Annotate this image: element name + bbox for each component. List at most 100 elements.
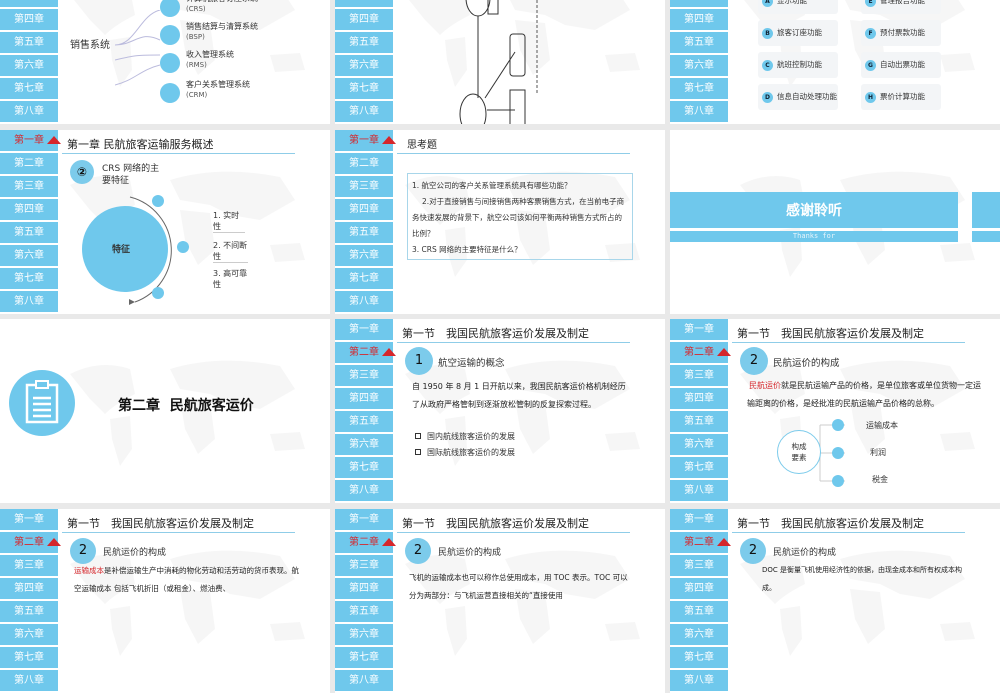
- sidebar-item-chapter-8[interactable]: 第八章: [335, 670, 393, 691]
- sidebar-item-chapter-5[interactable]: 第五章: [0, 601, 58, 622]
- slide-toc[interactable]: 第一章 第二章 第三章 第四章 第五章 第六章 第七章 第八章 第一节 我国民航旅客运价发展及…: [335, 509, 665, 693]
- sidebar-item-chapter-7[interactable]: 第七章: [670, 78, 728, 99]
- sidebar-item-chapter-8[interactable]: 第八章: [670, 101, 728, 122]
- thanks-subtitle: Thanks for: [792, 232, 836, 240]
- element-label: 运输成本: [866, 421, 898, 430]
- sidebar-item-chapter-6[interactable]: 第六章: [0, 624, 58, 645]
- sidebar-item-chapter-6[interactable]: 第六章: [670, 624, 728, 645]
- sidebar-item-chapter-6[interactable]: 第六章: [335, 624, 393, 645]
- sidebar-item-chapter-4[interactable]: 第四章: [0, 9, 58, 30]
- function-item: H 票价计算功能: [861, 84, 941, 110]
- sidebar-item-chapter-3[interactable]: 第三章: [0, 0, 58, 7]
- active-chapter-marker: [47, 136, 61, 144]
- sidebar-item-chapter-4[interactable]: 第四章: [335, 578, 393, 599]
- sidebar-item-chapter-4[interactable]: 第四章: [670, 388, 728, 409]
- sidebar-item-chapter-1[interactable]: 第一章: [335, 319, 393, 340]
- slide-chapter2-cover[interactable]: 第二章 民航旅客运价: [0, 319, 330, 503]
- sidebar-item-chapter-5[interactable]: 第五章: [670, 411, 728, 432]
- sidebar-item-chapter-3[interactable]: 第三章: [0, 176, 58, 197]
- system-name: 收入管理系统: [186, 50, 234, 59]
- sidebar-item-chapter-8[interactable]: 第八章: [0, 101, 58, 122]
- sidebar-item-chapter-3[interactable]: 第三章: [0, 555, 58, 576]
- sidebar-item-chapter-5[interactable]: 第五章: [670, 32, 728, 53]
- sidebar-item-chapter-4[interactable]: 第四章: [0, 199, 58, 220]
- sidebar-item-chapter-3[interactable]: 第三章: [335, 555, 393, 576]
- slide-title: 第一节 我国民航旅客运价发展及制定: [737, 327, 924, 340]
- slide-doc[interactable]: 第一章 第二章 第三章 第四章 第五章 第六章 第七章 第八章 第一节 我国民航旅客运价发展及…: [670, 509, 1000, 693]
- sidebar-item-chapter-5[interactable]: 第五章: [670, 601, 728, 622]
- system-item: 计算机旅客订座系统 (CRS): [186, 0, 258, 15]
- active-chapter-marker: [382, 136, 396, 144]
- sidebar-item-chapter-4[interactable]: 第四章: [0, 578, 58, 599]
- star-icon: [160, 25, 180, 45]
- sidebar-item-chapter-7[interactable]: 第七章: [335, 647, 393, 668]
- function-item: G 自动出票功能: [861, 52, 941, 78]
- sidebar-item-chapter-7[interactable]: 第七章: [335, 457, 393, 478]
- sidebar-item-chapter-4[interactable]: 第四章: [335, 199, 393, 220]
- sidebar-item-chapter-4[interactable]: 第四章: [670, 9, 728, 30]
- sidebar-item-chapter-6[interactable]: 第六章: [0, 55, 58, 76]
- slide-sales-systems[interactable]: 第一章第二章第三章第四章第五章第六章第七章第八章 销售系统 计算机旅客订座系统 …: [0, 0, 330, 124]
- sidebar-item-chapter-8[interactable]: 第八章: [0, 291, 58, 312]
- sidebar-item-chapter-4[interactable]: 第四章: [335, 388, 393, 409]
- sidebar-item-chapter-6[interactable]: 第六章: [670, 434, 728, 455]
- slide-air-transport-concept[interactable]: 第一章 第二章 第三章 第四章 第五章 第六章 第七章 第八章 第一节 我国民航旅客运价发展及…: [335, 319, 665, 503]
- system-code: (CRS): [186, 5, 206, 13]
- sidebar-item-chapter-7[interactable]: 第七章: [0, 78, 58, 99]
- slide-crs-functions[interactable]: 第一章第二章第三章第四章第五章第六章第七章第八章 A显示功能E管理报告功能B旅客…: [670, 0, 1000, 124]
- sidebar-item-chapter-3[interactable]: 第三章: [670, 555, 728, 576]
- sidebar-item-chapter-7[interactable]: 第七章: [335, 268, 393, 289]
- sidebar-item-chapter-1[interactable]: 第一章: [670, 509, 728, 530]
- sidebar-item-chapter-7[interactable]: 第七章: [670, 647, 728, 668]
- sidebar-item-chapter-4[interactable]: 第四章: [670, 578, 728, 599]
- sidebar-item-chapter-1[interactable]: 第一章: [335, 509, 393, 530]
- sidebar-item-chapter-4[interactable]: 第四章: [335, 9, 393, 30]
- sidebar-item-chapter-3[interactable]: 第三章: [335, 0, 393, 7]
- clipboard-icon: [25, 380, 59, 424]
- sidebar-item-chapter-7[interactable]: 第七章: [670, 457, 728, 478]
- sidebar-item-chapter-1[interactable]: 第一章: [670, 319, 728, 340]
- sidebar-item-chapter-3[interactable]: 第三章: [335, 365, 393, 386]
- sidebar-item-chapter-8[interactable]: 第八章: [335, 480, 393, 501]
- sidebar-item-chapter-5[interactable]: 第五章: [0, 222, 58, 243]
- sidebar-item-chapter-3[interactable]: 第三章: [670, 0, 728, 7]
- function-item: E 管理报告功能: [861, 0, 941, 14]
- slide-title: 第一节 我国民航旅客运价发展及制定: [402, 517, 589, 530]
- sidebar-item-chapter-1[interactable]: 第一章: [0, 509, 58, 530]
- slide-fare-composition[interactable]: 第一章 第二章 第三章 第四章 第五章 第六章 第七章 第八章 第一节 我国民航旅客运价发展及…: [670, 319, 1000, 503]
- slide-crs-features[interactable]: 第一章 第二章 第三章 第四章 第五章 第六章 第七章 第八章 第一章 民航旅客运输服务概述 …: [0, 130, 330, 314]
- sidebar-item-chapter-7[interactable]: 第七章: [0, 647, 58, 668]
- thanks-title: 感谢聆听: [786, 203, 842, 219]
- slide-crs-diagram[interactable]: 第一章第二章第三章第四章第五章第六章第七章第八章: [335, 0, 665, 124]
- slide-thanks[interactable]: 感谢聆听 Thanks for: [670, 130, 1000, 314]
- paragraph: 运输成本是补偿运输生产中消耗的物化劳动和活劳动的货币表现。航空运输成本 包括飞机…: [74, 562, 306, 598]
- checkbox-icon: [415, 433, 421, 439]
- sidebar-item-chapter-8[interactable]: 第八章: [670, 480, 728, 501]
- slide-review-questions[interactable]: 第一章 第二章 第三章 第四章 第五章 第六章 第七章 第八章 思考题 1. 航空公司的客户关…: [335, 130, 665, 314]
- sidebar-item-chapter-6[interactable]: 第六章: [335, 55, 393, 76]
- sidebar-item-chapter-5[interactable]: 第五章: [335, 411, 393, 432]
- sidebar-item-chapter-7[interactable]: 第七章: [0, 268, 58, 289]
- feature-item: 2. 不间断性: [213, 241, 248, 263]
- sidebar-item-chapter-6[interactable]: 第六章: [670, 55, 728, 76]
- sidebar-item-chapter-5[interactable]: 第五章: [335, 32, 393, 53]
- sidebar-item-chapter-8[interactable]: 第八章: [335, 101, 393, 122]
- section-heading: 民航运价的构成: [773, 548, 837, 558]
- subtitle-band-right: [972, 231, 1000, 242]
- sidebar-item-chapter-2[interactable]: 第二章: [0, 153, 58, 174]
- sidebar-item-chapter-6[interactable]: 第六章: [335, 434, 393, 455]
- sidebar-item-chapter-3[interactable]: 第三章: [335, 176, 393, 197]
- sidebar-item-chapter-5[interactable]: 第五章: [335, 601, 393, 622]
- sidebar-item-chapter-5[interactable]: 第五章: [0, 32, 58, 53]
- sidebar-item-chapter-6[interactable]: 第六章: [0, 245, 58, 266]
- sidebar-item-chapter-8[interactable]: 第八章: [335, 291, 393, 312]
- sidebar-item-chapter-6[interactable]: 第六章: [335, 245, 393, 266]
- sidebar-item-chapter-2[interactable]: 第二章: [335, 153, 393, 174]
- chapter-sidebar: 第一章第二章第三章第四章第五章第六章第七章第八章: [335, 509, 393, 693]
- sidebar-item-chapter-3[interactable]: 第三章: [670, 365, 728, 386]
- sidebar-item-chapter-8[interactable]: 第八章: [0, 670, 58, 691]
- sidebar-item-chapter-5[interactable]: 第五章: [335, 222, 393, 243]
- slide-transport-cost[interactable]: 第一章 第二章 第三章 第四章 第五章 第六章 第七章 第八章 第一节 我国民航旅客运价发展及…: [0, 509, 330, 693]
- sidebar-item-chapter-8[interactable]: 第八章: [670, 670, 728, 691]
- sidebar-item-chapter-7[interactable]: 第七章: [335, 78, 393, 99]
